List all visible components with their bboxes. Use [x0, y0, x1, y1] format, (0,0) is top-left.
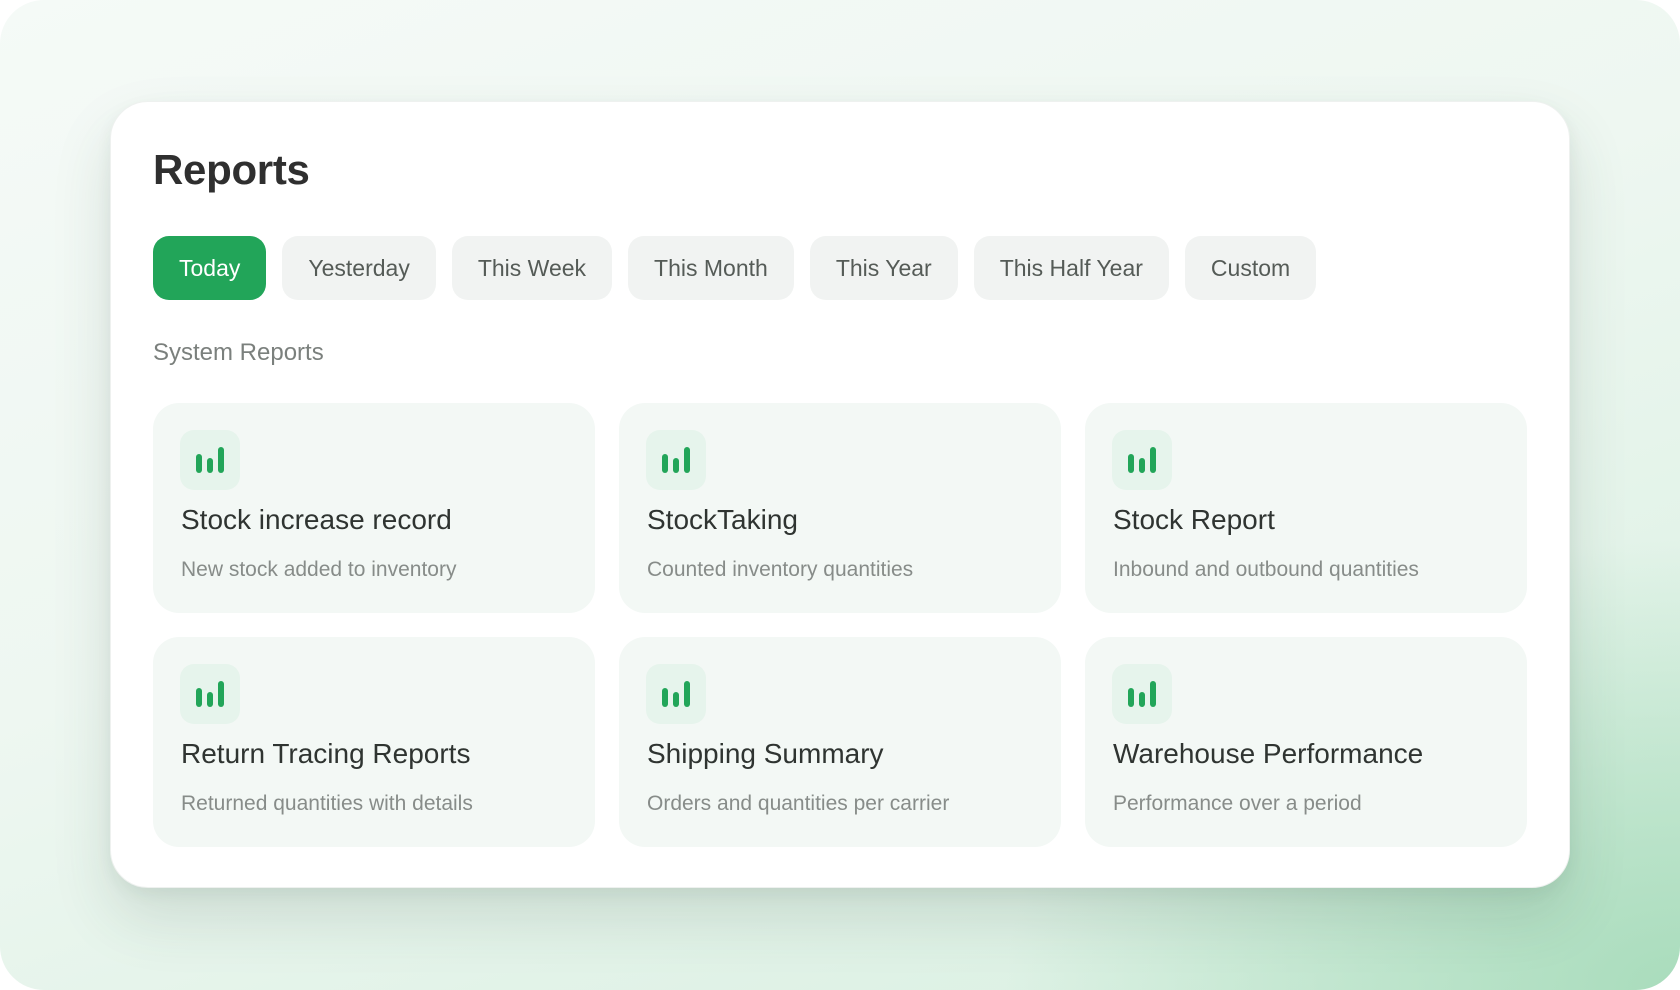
report-card-title: Stock Report [1113, 504, 1275, 535]
filter-yesterday[interactable]: Yesterday [282, 236, 436, 300]
bar-chart-icon [1112, 430, 1172, 490]
filter-this-week[interactable]: This Week [451, 236, 613, 300]
report-card-title: Warehouse Performance [1113, 738, 1424, 769]
filter-this-year[interactable]: This Year [809, 236, 958, 300]
bar-chart-icon [180, 664, 240, 724]
report-card-title: StockTaking [647, 504, 798, 535]
reports-panel: Reports Today Yesterday This Week This M… [110, 101, 1570, 888]
report-card-description: Orders and quantities per carrier [647, 792, 950, 815]
bar-chart-icon [1112, 664, 1172, 724]
report-card-stock-report[interactable]: Stock Report Inbound and outbound quanti… [1085, 403, 1527, 613]
date-filter-bar: Today Yesterday This Week This Month Thi… [153, 236, 1317, 300]
report-card-description: Returned quantities with details [181, 792, 473, 815]
report-card-description: Inbound and outbound quantities [1113, 558, 1419, 581]
filter-custom[interactable]: Custom [1184, 236, 1317, 300]
report-card-title: Stock increase record [181, 504, 452, 535]
report-card-return-tracing-reports[interactable]: Return Tracing Reports Returned quantiti… [153, 637, 595, 847]
bar-chart-icon [180, 430, 240, 490]
filter-this-half-year[interactable]: This Half Year [973, 236, 1169, 300]
report-card-warehouse-performance[interactable]: Warehouse Performance Performance over a… [1085, 637, 1527, 847]
section-title: System Reports [153, 339, 324, 366]
report-grid: Stock increase record New stock added to… [153, 403, 1527, 847]
report-card-description: Counted inventory quantities [647, 558, 914, 581]
report-card-description: New stock added to inventory [181, 558, 457, 581]
background: Reports Today Yesterday This Week This M… [0, 0, 1680, 990]
report-card-title: Return Tracing Reports [181, 738, 471, 769]
report-card-shipping-summary[interactable]: Shipping Summary Orders and quantities p… [619, 637, 1061, 847]
report-card-stocktaking[interactable]: StockTaking Counted inventory quantities [619, 403, 1061, 613]
page-title: Reports [153, 146, 310, 193]
report-card-title: Shipping Summary [647, 738, 884, 769]
report-card-description: Performance over a period [1113, 792, 1362, 815]
filter-today[interactable]: Today [153, 236, 267, 300]
report-card-stock-increase-record[interactable]: Stock increase record New stock added to… [153, 403, 595, 613]
bar-chart-icon [646, 430, 706, 490]
filter-this-month[interactable]: This Month [628, 236, 794, 300]
bar-chart-icon [646, 664, 706, 724]
